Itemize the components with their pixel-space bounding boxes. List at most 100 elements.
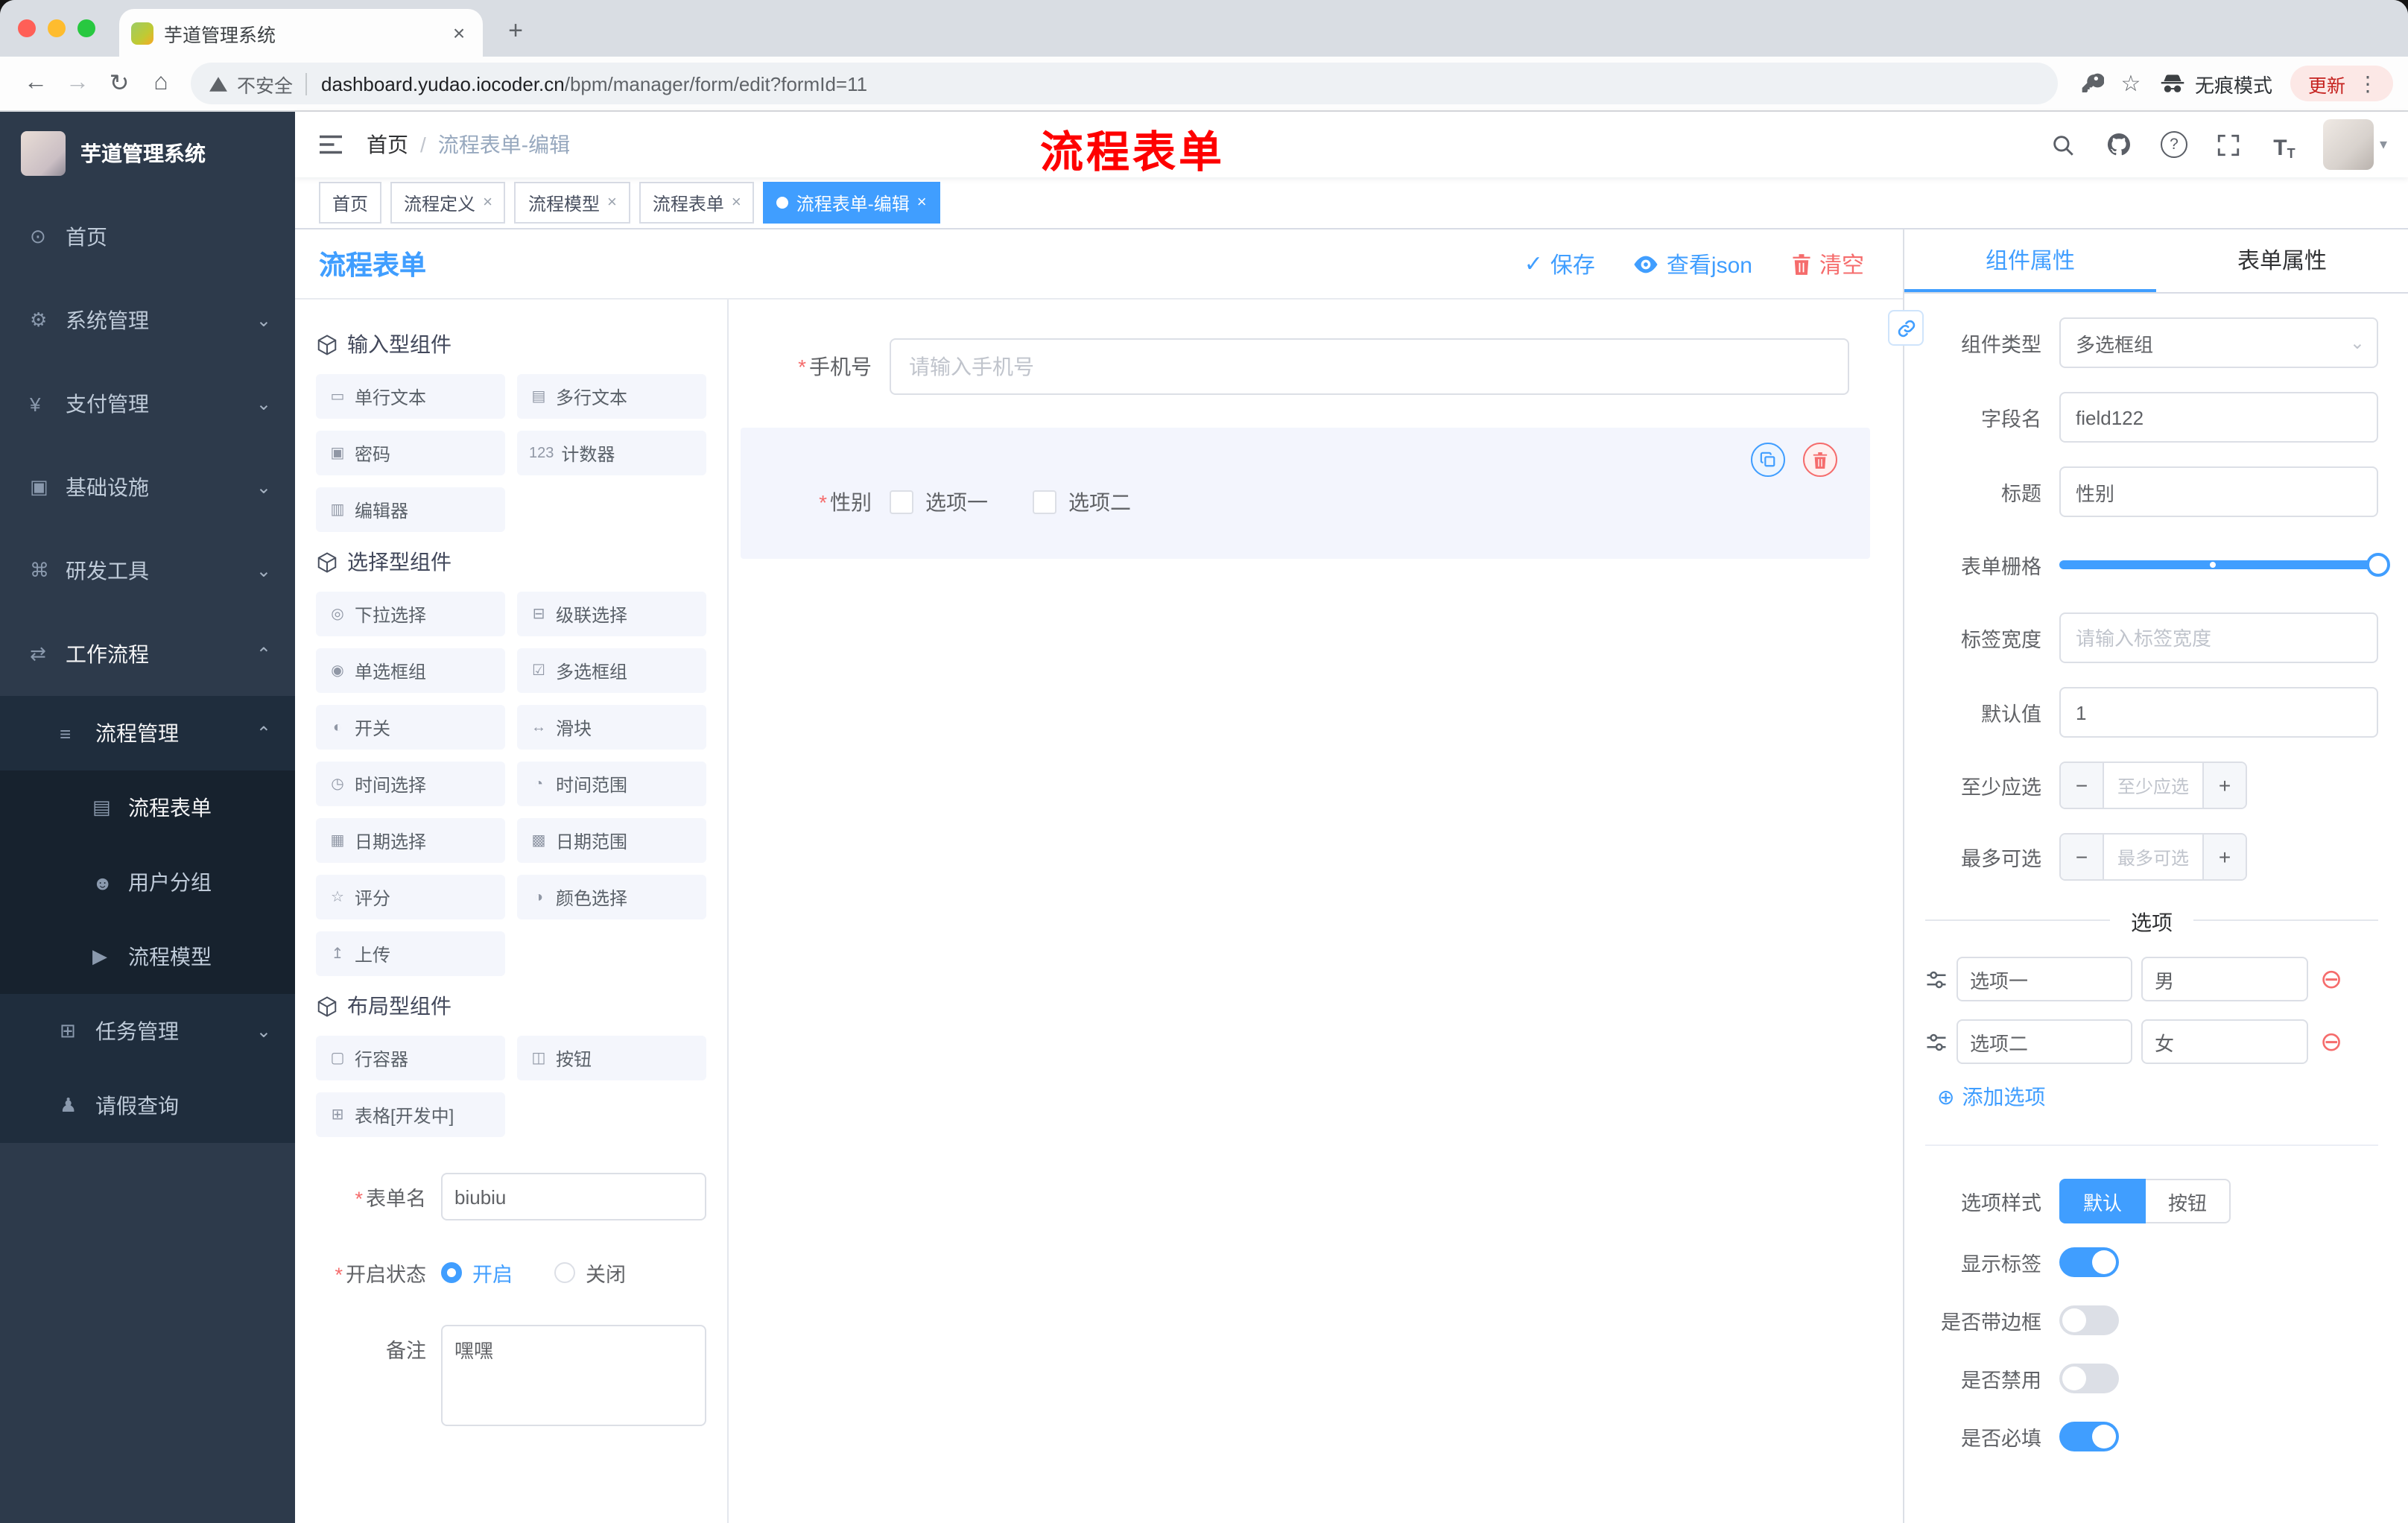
- min-select-value[interactable]: 至少应选: [2104, 763, 2202, 808]
- palette-item-table[interactable]: ⊞ 表格[开发中]: [316, 1092, 505, 1137]
- palette-item-single-line-text[interactable]: ▭ 单行文本: [316, 374, 505, 419]
- tag-home[interactable]: 首页: [319, 182, 382, 224]
- disabled-toggle[interactable]: [2059, 1364, 2119, 1393]
- default-value-input[interactable]: [2059, 687, 2378, 738]
- new-tab-button[interactable]: +: [498, 13, 533, 49]
- hamburger-icon[interactable]: [317, 133, 344, 156]
- github-icon[interactable]: [2103, 128, 2135, 161]
- close-icon[interactable]: ×: [607, 194, 617, 212]
- link-icon[interactable]: [1888, 310, 1924, 346]
- option-label-input[interactable]: [1956, 1019, 2132, 1064]
- component-type-select[interactable]: 多选框组 ⌄: [2059, 317, 2378, 368]
- palette-item-cascader[interactable]: ⊟ 级联选择: [517, 592, 706, 636]
- palette-item-password[interactable]: ▣ 密码: [316, 431, 505, 475]
- sidebar-item-infrastructure[interactable]: ▣ 基础设施 ⌄: [0, 446, 295, 529]
- sidebar-item-process-management[interactable]: ≡ 流程管理 ⌃: [0, 696, 295, 770]
- sidebar-item-home[interactable]: ⊙ 首页: [0, 195, 295, 279]
- password-key-icon[interactable]: [2073, 64, 2111, 103]
- tag-process-model[interactable]: 流程模型 ×: [514, 182, 630, 224]
- radio-on[interactable]: 开启: [441, 1258, 513, 1288]
- checkbox-option-2[interactable]: 选项二: [1033, 487, 1131, 517]
- font-size-icon[interactable]: TT: [2268, 128, 2301, 161]
- fullscreen-icon[interactable]: [2213, 128, 2246, 161]
- increase-button[interactable]: +: [2202, 763, 2246, 808]
- sidebar-item-leave-query[interactable]: ♟ 请假查询: [0, 1068, 295, 1143]
- zoom-window-button[interactable]: [77, 19, 95, 37]
- copy-icon[interactable]: [1751, 443, 1785, 477]
- breadcrumb-home[interactable]: 首页: [367, 130, 408, 159]
- form-name-input[interactable]: [441, 1173, 706, 1220]
- grid-slider[interactable]: [2059, 553, 2390, 577]
- incognito-badge[interactable]: 无痕模式: [2159, 69, 2272, 98]
- palette-item-color-picker[interactable]: ◑ 颜色选择: [517, 875, 706, 919]
- save-button[interactable]: ✓ 保存: [1524, 248, 1595, 279]
- border-toggle[interactable]: [2059, 1305, 2119, 1335]
- browser-tab[interactable]: 芋道管理系统 ×: [119, 9, 483, 57]
- remove-option-icon[interactable]: ⊖: [2320, 1028, 2342, 1055]
- sidebar-item-devtools[interactable]: ⌘ 研发工具 ⌄: [0, 529, 295, 612]
- radio-off[interactable]: 关闭: [554, 1258, 626, 1288]
- palette-item-date-picker[interactable]: ▦ 日期选择: [316, 818, 505, 863]
- sidebar-item-process-form[interactable]: ▤ 流程表单: [0, 770, 295, 845]
- tab-close-icon[interactable]: ×: [447, 21, 471, 45]
- sidebar-item-workflow[interactable]: ⇄ 工作流程 ⌃: [0, 612, 295, 696]
- palette-item-upload[interactable]: ↥ 上传: [316, 931, 505, 976]
- palette-item-switch[interactable]: ◐ 开关: [316, 705, 505, 750]
- close-icon[interactable]: ×: [732, 194, 741, 212]
- tag-process-form[interactable]: 流程表单 ×: [639, 182, 755, 224]
- decrease-button[interactable]: −: [2061, 835, 2104, 879]
- canvas-field-gender-selected[interactable]: * 性别 选项一 选项二: [741, 428, 1870, 559]
- sliders-icon[interactable]: [1925, 1030, 1948, 1053]
- close-icon[interactable]: ×: [917, 194, 927, 212]
- tag-process-definition[interactable]: 流程定义 ×: [390, 182, 506, 224]
- max-select-value[interactable]: 最多可选: [2104, 835, 2202, 879]
- canvas-field-phone[interactable]: * 手机号: [741, 338, 1870, 395]
- menu-kebab-icon[interactable]: ⋮: [2351, 71, 2384, 96]
- palette-item-row-container[interactable]: ▢ 行容器: [316, 1036, 505, 1080]
- home-button[interactable]: ⌂: [140, 63, 182, 104]
- reload-button[interactable]: ↻: [98, 63, 140, 104]
- palette-item-button[interactable]: ◫ 按钮: [517, 1036, 706, 1080]
- tab-component-props[interactable]: 组件属性: [1904, 229, 2156, 292]
- search-icon[interactable]: [2047, 128, 2080, 161]
- checkbox[interactable]: [890, 490, 913, 514]
- checkbox-option-1[interactable]: 选项一: [890, 487, 988, 517]
- sliders-icon[interactable]: [1925, 968, 1948, 990]
- option-value-input[interactable]: [2141, 1019, 2308, 1064]
- delete-icon[interactable]: [1803, 443, 1837, 477]
- update-chip[interactable]: 更新 ⋮: [2290, 66, 2393, 101]
- phone-input[interactable]: [890, 338, 1849, 395]
- checkbox[interactable]: [1033, 490, 1056, 514]
- security-label[interactable]: 不安全: [237, 69, 293, 98]
- palette-item-date-range[interactable]: ▩ 日期范围: [517, 818, 706, 863]
- style-default-button[interactable]: 默认: [2059, 1179, 2146, 1223]
- palette-item-rate[interactable]: ☆ 评分: [316, 875, 505, 919]
- slider-handle[interactable]: [2366, 553, 2390, 577]
- palette-item-select[interactable]: ◎ 下拉选择: [316, 592, 505, 636]
- address-bar[interactable]: 不安全 dashboard.yudao.iocoder.cn /bpm/mana…: [191, 63, 2058, 104]
- user-menu[interactable]: ▾: [2322, 119, 2387, 170]
- view-json-button[interactable]: 查看json: [1634, 248, 1752, 279]
- sidebar-logo[interactable]: 芋道管理系统: [0, 112, 295, 195]
- clear-button[interactable]: 清空: [1791, 248, 1864, 279]
- field-name-input[interactable]: [2059, 392, 2378, 443]
- title-input[interactable]: [2059, 466, 2378, 517]
- palette-item-counter[interactable]: 123 计数器: [517, 431, 706, 475]
- help-icon[interactable]: ?: [2158, 128, 2190, 161]
- sidebar-item-process-model[interactable]: ▶ 流程模型: [0, 919, 295, 994]
- sidebar-item-payment[interactable]: ¥ 支付管理 ⌄: [0, 362, 295, 446]
- close-window-button[interactable]: [18, 19, 36, 37]
- sidebar-item-task-management[interactable]: ⊞ 任务管理 ⌄: [0, 994, 295, 1068]
- sidebar-item-user-groups[interactable]: ☻ 用户分组: [0, 845, 295, 919]
- close-icon[interactable]: ×: [483, 194, 492, 212]
- style-button-button[interactable]: 按钮: [2146, 1179, 2231, 1223]
- remark-textarea[interactable]: 嘿嘿: [441, 1325, 706, 1426]
- palette-item-time-picker[interactable]: ◷ 时间选择: [316, 762, 505, 806]
- minimize-window-button[interactable]: [48, 19, 66, 37]
- back-button[interactable]: ←: [15, 63, 57, 104]
- palette-item-checkbox-group[interactable]: ☑ 多选框组: [517, 648, 706, 693]
- tag-process-form-edit[interactable]: 流程表单-编辑 ×: [763, 182, 940, 224]
- remove-option-icon[interactable]: ⊖: [2320, 966, 2342, 992]
- palette-item-editor[interactable]: ▥ 编辑器: [316, 487, 505, 532]
- required-toggle[interactable]: [2059, 1422, 2119, 1451]
